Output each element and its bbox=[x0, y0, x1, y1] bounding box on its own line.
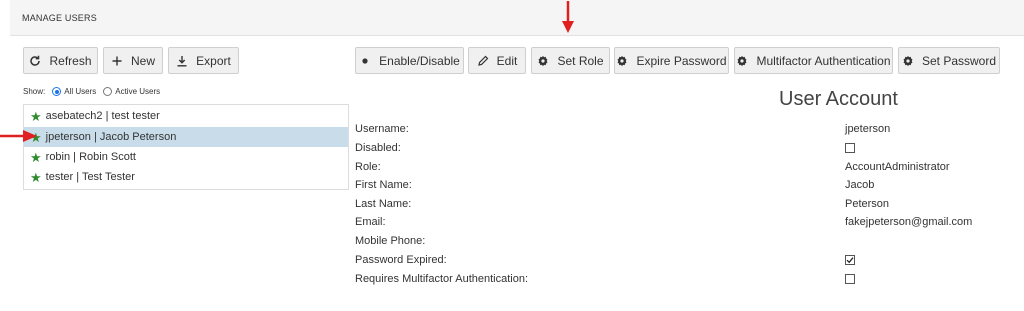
list-item-selected[interactable]: ★ jpeterson | Jacob Peterson bbox=[24, 127, 348, 147]
set-role-button[interactable]: Set Role bbox=[531, 47, 610, 74]
list-item[interactable]: ★ asebatech2 | test tester bbox=[24, 106, 348, 126]
role-value: AccountAdministrator bbox=[845, 161, 950, 173]
refresh-label: Refresh bbox=[49, 53, 92, 68]
username-value: jpeterson bbox=[845, 123, 891, 135]
header-bar: MANAGE USERS bbox=[10, 0, 1024, 36]
list-item[interactable]: ★ tester | Test Tester bbox=[24, 167, 348, 187]
gear-icon bbox=[537, 55, 549, 67]
password-expired-label: Password Expired: bbox=[355, 254, 447, 266]
user-filter: Show: All Users Active Users bbox=[23, 87, 160, 96]
expire-password-label: Expire Password bbox=[636, 53, 727, 68]
star-icon: ★ bbox=[30, 149, 42, 165]
annotation-arrow-down-icon bbox=[562, 1, 574, 33]
edit-label: Edit bbox=[496, 53, 518, 68]
requires-mfa-checkbox bbox=[845, 274, 855, 284]
active-users-radio[interactable] bbox=[103, 87, 113, 96]
multifactor-authentication-button[interactable]: Multifactor Authentication bbox=[734, 47, 893, 74]
edit-button[interactable]: Edit bbox=[468, 47, 526, 74]
star-icon: ★ bbox=[30, 169, 42, 185]
download-icon bbox=[176, 55, 188, 67]
new-button[interactable]: New bbox=[103, 47, 163, 74]
set-password-label: Set Password bbox=[921, 53, 997, 68]
star-icon: ★ bbox=[30, 108, 42, 124]
gear-icon bbox=[736, 55, 748, 67]
enable-disable-label: Enable/Disable bbox=[379, 53, 460, 68]
refresh-icon bbox=[29, 55, 41, 67]
gear-icon bbox=[902, 55, 914, 67]
refresh-button[interactable]: Refresh bbox=[23, 47, 98, 74]
set-role-label: Set Role bbox=[557, 53, 604, 68]
email-label: Email: bbox=[355, 216, 386, 228]
multifactor-authentication-label: Multifactor Authentication bbox=[756, 53, 891, 68]
first-name-label: First Name: bbox=[355, 179, 412, 191]
all-users-label[interactable]: All Users bbox=[64, 87, 96, 96]
user-item-label: jpeterson | Jacob Peterson bbox=[45, 131, 177, 143]
role-label: Role: bbox=[355, 161, 381, 173]
page-title: MANAGE USERS bbox=[22, 13, 97, 23]
password-expired-checkbox bbox=[845, 255, 855, 265]
show-label: Show: bbox=[23, 87, 46, 96]
dot-icon bbox=[359, 55, 371, 67]
expire-password-button[interactable]: Expire Password bbox=[614, 47, 729, 74]
user-item-label: tester | Test Tester bbox=[45, 171, 135, 183]
active-users-label[interactable]: Active Users bbox=[115, 87, 160, 96]
last-name-label: Last Name: bbox=[355, 198, 412, 210]
user-item-label: asebatech2 | test tester bbox=[45, 110, 160, 122]
export-label: Export bbox=[196, 53, 231, 68]
plus-icon bbox=[111, 55, 123, 67]
first-name-value: Jacob bbox=[845, 179, 875, 191]
disabled-label: Disabled: bbox=[355, 142, 401, 154]
username-label: Username: bbox=[355, 123, 409, 135]
enable-disable-button[interactable]: Enable/Disable bbox=[355, 47, 464, 74]
requires-mfa-label: Requires Multifactor Authentication: bbox=[355, 273, 529, 285]
list-item[interactable]: ★ robin | Robin Scott bbox=[24, 147, 348, 167]
email-value: fakejpeterson@gmail.com bbox=[845, 216, 973, 228]
user-list: ★ asebatech2 | test tester ★ jpeterson |… bbox=[23, 104, 349, 190]
export-button[interactable]: Export bbox=[168, 47, 239, 74]
annotation-arrow-right-icon bbox=[0, 130, 37, 142]
last-name-value: Peterson bbox=[845, 198, 890, 210]
all-users-radio[interactable] bbox=[52, 87, 62, 96]
user-item-label: robin | Robin Scott bbox=[45, 151, 136, 163]
user-account-title: User Account bbox=[779, 88, 898, 110]
pencil-icon bbox=[477, 55, 489, 67]
disabled-checkbox bbox=[845, 143, 855, 153]
gear-icon bbox=[616, 55, 628, 67]
new-label: New bbox=[130, 53, 155, 68]
checkmark-icon bbox=[846, 257, 854, 264]
set-password-button[interactable]: Set Password bbox=[898, 47, 1000, 74]
mobile-phone-label: Mobile Phone: bbox=[355, 235, 426, 247]
